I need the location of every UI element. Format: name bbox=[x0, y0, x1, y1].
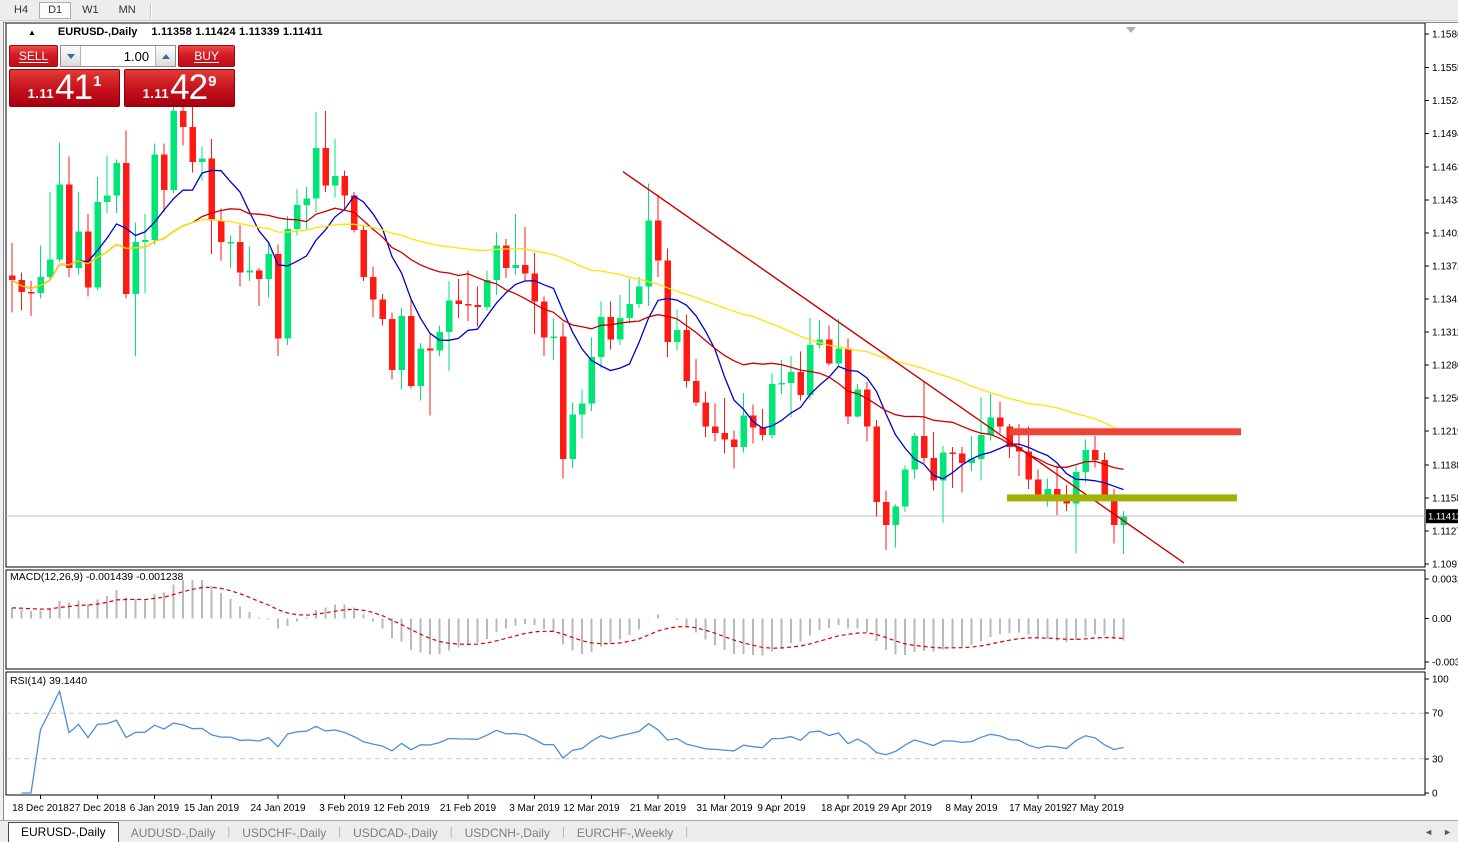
svg-text:1.14025: 1.14025 bbox=[1432, 228, 1458, 239]
sell-price-display[interactable]: 1.11 41 1 bbox=[9, 69, 120, 107]
svg-text:1.10970: 1.10970 bbox=[1432, 560, 1458, 571]
macd-indicator-label: MACD(12,26,9) -0.001439 -0.001238 bbox=[10, 571, 183, 583]
svg-text:12 Feb 2019: 12 Feb 2019 bbox=[373, 803, 430, 814]
sell-price-big: 41 bbox=[55, 71, 92, 105]
svg-text:18 Apr 2019: 18 Apr 2019 bbox=[821, 803, 875, 814]
svg-text:70: 70 bbox=[1432, 709, 1444, 720]
chart-tab-bar: EURUSD-,DailyAUDUSD-,Daily | USDCHF-,Daily… bbox=[0, 820, 1458, 842]
buy-price-big: 42 bbox=[170, 71, 207, 105]
timeframe-toolbar: H4D1W1MN bbox=[0, 0, 1458, 21]
volume-increase-button[interactable] bbox=[155, 46, 175, 66]
timeframe-button-w1[interactable]: W1 bbox=[73, 2, 108, 19]
resistance-line[interactable] bbox=[1009, 428, 1241, 435]
rsi-indicator-label: RSI(14) 39.1440 bbox=[10, 675, 87, 687]
sell-price-sup: 1 bbox=[93, 73, 101, 90]
rsi-line bbox=[22, 691, 1124, 793]
chart-canvas[interactable]: 1.15860 1.15550 1.15245 1.14940 1.14635 1.143… bbox=[4, 23, 1458, 821]
chart-tab-eurchf[interactable]: EURCHF-,Weekly bbox=[565, 824, 685, 842]
macd-histogram bbox=[12, 580, 1124, 656]
svg-text:31 Mar 2019: 31 Mar 2019 bbox=[696, 803, 753, 814]
svg-text:3 Mar 2019: 3 Mar 2019 bbox=[509, 803, 560, 814]
timeframe-button-d1[interactable]: D1 bbox=[39, 2, 71, 19]
svg-text:30: 30 bbox=[1432, 754, 1444, 765]
svg-text:-0.00365: -0.00365 bbox=[1432, 658, 1458, 669]
chart-tab-usdcad[interactable]: USDCAD-,Daily bbox=[341, 824, 450, 842]
svg-text:21 Mar 2019: 21 Mar 2019 bbox=[630, 803, 687, 814]
timeframe-button-mn[interactable]: MN bbox=[110, 2, 145, 19]
svg-text:1.14330: 1.14330 bbox=[1432, 195, 1458, 206]
macd-axis: 0.00328 0.00 -0.00365 bbox=[1425, 575, 1458, 669]
chart-window: 1.15860 1.15550 1.15245 1.14940 1.14635 1.143… bbox=[3, 22, 1458, 822]
buy-price-sup: 9 bbox=[208, 73, 216, 90]
moving-average-8 bbox=[12, 170, 1124, 489]
svg-text:1.11580: 1.11580 bbox=[1432, 493, 1458, 504]
buy-price-display[interactable]: 1.11 42 9 bbox=[124, 69, 235, 107]
svg-text:15 Jan 2019: 15 Jan 2019 bbox=[184, 803, 239, 814]
macd-signal-line bbox=[12, 587, 1124, 648]
svg-text:27 May 2019: 27 May 2019 bbox=[1066, 803, 1124, 814]
chart-symbol-title: EURUSD-,Daily bbox=[58, 26, 137, 38]
tabs-scroll-left-button[interactable]: ◄ bbox=[1424, 825, 1433, 839]
chart-tab-usdcnh[interactable]: USDCNH-,Daily bbox=[453, 824, 562, 842]
svg-text:1.12805: 1.12805 bbox=[1432, 361, 1458, 372]
tab-separator: | bbox=[685, 826, 688, 838]
timeframe-button-h4[interactable]: H4 bbox=[5, 2, 37, 19]
svg-text:29 Apr 2019: 29 Apr 2019 bbox=[878, 803, 932, 814]
svg-text:21 Feb 2019: 21 Feb 2019 bbox=[440, 803, 497, 814]
svg-text:17 May 2019: 17 May 2019 bbox=[1009, 803, 1067, 814]
svg-text:0.00328: 0.00328 bbox=[1432, 575, 1458, 586]
svg-text:1.15860: 1.15860 bbox=[1432, 30, 1458, 41]
svg-text:8 May 2019: 8 May 2019 bbox=[945, 803, 998, 814]
chevron-down-icon bbox=[67, 54, 75, 59]
chart-title-bar: ▲ EURUSD-,Daily 1.11358 1.11424 1.11339 … bbox=[28, 26, 323, 38]
svg-text:1.13415: 1.13415 bbox=[1432, 295, 1458, 306]
sell-price-small: 1.11 bbox=[28, 86, 55, 101]
svg-text:1.15550: 1.15550 bbox=[1432, 63, 1458, 74]
svg-text:24 Jan 2019: 24 Jan 2019 bbox=[250, 803, 305, 814]
buy-price-small: 1.11 bbox=[143, 86, 170, 101]
chart-tab-usdchf[interactable]: USDCHF-,Daily bbox=[230, 824, 338, 842]
moving-average-50 bbox=[12, 220, 1124, 434]
shift-marker-icon bbox=[1126, 27, 1136, 33]
chart-tab-eurusd[interactable]: EURUSD-,Daily bbox=[8, 822, 119, 842]
svg-text:1.11275: 1.11275 bbox=[1432, 526, 1458, 537]
svg-text:1.14635: 1.14635 bbox=[1432, 162, 1458, 173]
buy-button[interactable]: BUY bbox=[178, 45, 235, 67]
tabs-scroll-right-button[interactable]: ► bbox=[1443, 825, 1452, 839]
support-line[interactable] bbox=[1007, 494, 1237, 501]
moving-average-20 bbox=[12, 208, 1124, 469]
svg-text:9 Apr 2019: 9 Apr 2019 bbox=[757, 803, 806, 814]
svg-text:1.11411: 1.11411 bbox=[1428, 512, 1458, 523]
volume-decrease-button[interactable] bbox=[61, 46, 81, 66]
rsi-panel bbox=[6, 672, 1425, 795]
svg-text:27 Dec 2018: 27 Dec 2018 bbox=[69, 803, 126, 814]
one-click-trading-panel: SELL BUY 1.11 41 1 1.11 42 9 bbox=[9, 45, 235, 107]
date-axis[interactable]: 18 Dec 201827 Dec 2018 6 Jan 2019 15 Jan 2… bbox=[12, 795, 1124, 814]
svg-text:1.11885: 1.11885 bbox=[1432, 460, 1458, 471]
volume-input[interactable] bbox=[81, 46, 155, 66]
price-axis[interactable]: 1.15860 1.15550 1.15245 1.14940 1.14635 1.143… bbox=[1425, 30, 1458, 571]
svg-text:1.13720: 1.13720 bbox=[1432, 261, 1458, 272]
svg-text:1.12500: 1.12500 bbox=[1432, 394, 1458, 405]
toolbar-separator bbox=[150, 3, 152, 18]
svg-text:18 Dec 2018: 18 Dec 2018 bbox=[12, 803, 69, 814]
chart-ohlc-quote: 1.11358 1.11424 1.11339 1.11411 bbox=[151, 26, 322, 38]
volume-spinner bbox=[60, 45, 176, 67]
sell-button[interactable]: SELL bbox=[9, 45, 58, 67]
chart-tab-audusd[interactable]: AUDUSD-,Daily bbox=[119, 824, 228, 842]
svg-text:0.00: 0.00 bbox=[1432, 614, 1452, 625]
rsi-axis: 100 70 30 0 bbox=[1425, 675, 1449, 800]
svg-text:100: 100 bbox=[1432, 675, 1449, 686]
collapse-triangle-icon[interactable]: ▲ bbox=[28, 28, 36, 37]
svg-text:1.13110: 1.13110 bbox=[1432, 328, 1458, 339]
svg-text:1.12195: 1.12195 bbox=[1432, 427, 1458, 438]
svg-text:6 Jan 2019: 6 Jan 2019 bbox=[130, 803, 180, 814]
svg-text:12 Mar 2019: 12 Mar 2019 bbox=[563, 803, 620, 814]
chevron-up-icon bbox=[162, 54, 170, 59]
svg-text:0: 0 bbox=[1432, 789, 1438, 800]
svg-text:3 Feb 2019: 3 Feb 2019 bbox=[319, 803, 370, 814]
candlestick-series bbox=[9, 83, 1127, 554]
svg-text:1.15245: 1.15245 bbox=[1432, 96, 1458, 107]
svg-text:1.14940: 1.14940 bbox=[1432, 129, 1458, 140]
